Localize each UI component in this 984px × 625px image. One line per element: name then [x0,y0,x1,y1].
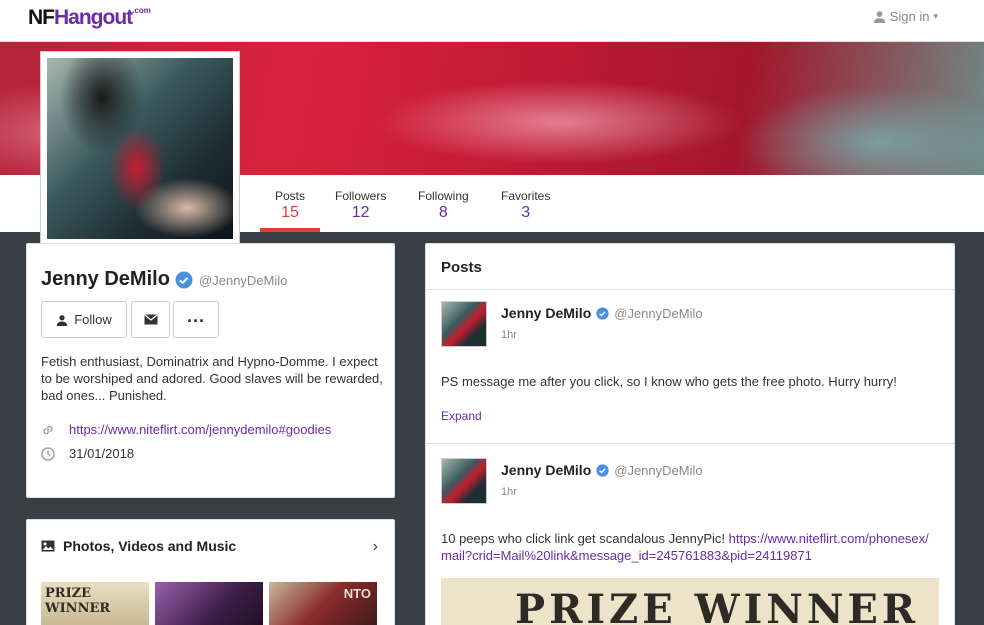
stat-posts[interactable]: Posts 15 [260,189,321,232]
profile-website-link[interactable]: https://www.niteflirt.com/jennydemilo#go… [69,422,331,437]
profile-avatar[interactable] [40,51,240,246]
follow-label: Follow [74,312,112,327]
stat-label: Followers [335,189,387,203]
media-card[interactable]: Photos, Videos and Music › PRIZE WINNER … [26,519,395,625]
media-thumbnail-2[interactable] [155,582,263,625]
verified-badge-icon [596,306,609,320]
verified-badge-icon [596,463,609,477]
profile-joined-date: 31/01/2018 [69,446,135,461]
posts-panel: Posts Jenny DeMilo @JennyDeMilo 1hr PS m… [425,243,955,625]
profile-handle: @JennyDeMilo [199,273,288,288]
post-timestamp[interactable]: 1hr [501,486,517,498]
stat-value: 3 [521,204,531,221]
media-thumbnail-1[interactable]: PRIZE WINNER [41,582,149,625]
post-text: PS message me after you click, so I know… [441,374,897,389]
post-author-handle: @JennyDeMilo [614,462,703,478]
image-icon [41,540,55,552]
site-logo[interactable]: NFHangout.com [28,6,151,30]
media-card-title: Photos, Videos and Music [41,538,236,554]
caret-down-icon: ▾ [933,11,938,21]
thumbnail-text: PRIZE WINNER [45,586,111,616]
stat-label: Following [418,189,469,203]
message-button[interactable] [131,301,170,338]
media-title-text: Photos, Videos and Music [63,538,237,554]
profile-name-row: Jenny DeMilo @JennyDeMilo [41,268,287,291]
post-author-row: Jenny DeMilo @JennyDeMilo [501,305,703,321]
post-author-handle: @JennyDeMilo [614,305,703,321]
posts-header: Posts [426,244,954,290]
follow-button[interactable]: Follow [41,301,127,338]
post-image[interactable]: PRIZE WINNER [441,578,939,625]
post-item: Jenny DeMilo @JennyDeMilo 1hr PS message… [426,291,954,443]
stat-label: Favorites [501,189,551,203]
clock-icon [41,446,55,461]
stat-value: 15 [281,204,299,221]
profile-bio: Fetish enthusiast, Dominatrix and Hypno-… [41,354,383,403]
expand-link[interactable]: Expand [441,409,482,423]
post-image-text: PRIZE WINNER [515,586,920,625]
profile-date-row: 31/01/2018 [41,446,134,461]
more-options-button[interactable]: ... [173,301,219,338]
thumbnail-text: NTO [343,586,371,601]
stat-value: 8 [438,204,448,221]
post-author-avatar[interactable] [441,458,487,504]
post-text: 10 peeps who click link get scandalous J… [441,530,931,564]
avatar-image [47,58,233,239]
stat-value: 12 [351,204,370,221]
post-timestamp[interactable]: 1hr [501,329,517,341]
top-navbar: NFHangout.com Sign in ▾ [0,0,984,42]
post-author-row: Jenny DeMilo @JennyDeMilo [501,462,703,478]
verified-badge-icon [175,271,193,289]
active-tab-indicator [260,228,321,232]
stat-favorites[interactable]: Favorites 3 [501,189,550,222]
ellipsis-icon: ... [186,306,205,326]
user-icon [873,11,885,23]
envelope-icon [144,314,157,325]
profile-card: Jenny DeMilo @JennyDeMilo Follow ... Fet… [26,243,395,498]
post-author-avatar[interactable] [441,301,487,347]
user-icon [56,314,68,326]
signin-label: Sign in [889,9,930,24]
stat-label: Posts [275,189,306,203]
profile-link-row: https://www.niteflirt.com/jennydemilo#go… [41,422,331,437]
post-author-name[interactable]: Jenny DeMilo [501,462,591,478]
post-text-body: 10 peeps who click link get scandalous J… [441,531,729,546]
post-author-name[interactable]: Jenny DeMilo [501,305,591,321]
link-icon [43,425,53,434]
stat-following[interactable]: Following 8 [418,189,469,222]
signin-button[interactable]: Sign in ▾ [873,9,938,24]
profile-name: Jenny DeMilo [41,268,170,290]
stat-followers[interactable]: Followers 12 [335,189,386,222]
chevron-right-icon[interactable]: › [373,538,378,556]
media-thumbnail-3[interactable]: NTO [269,582,377,625]
posts-title: Posts [441,259,482,276]
